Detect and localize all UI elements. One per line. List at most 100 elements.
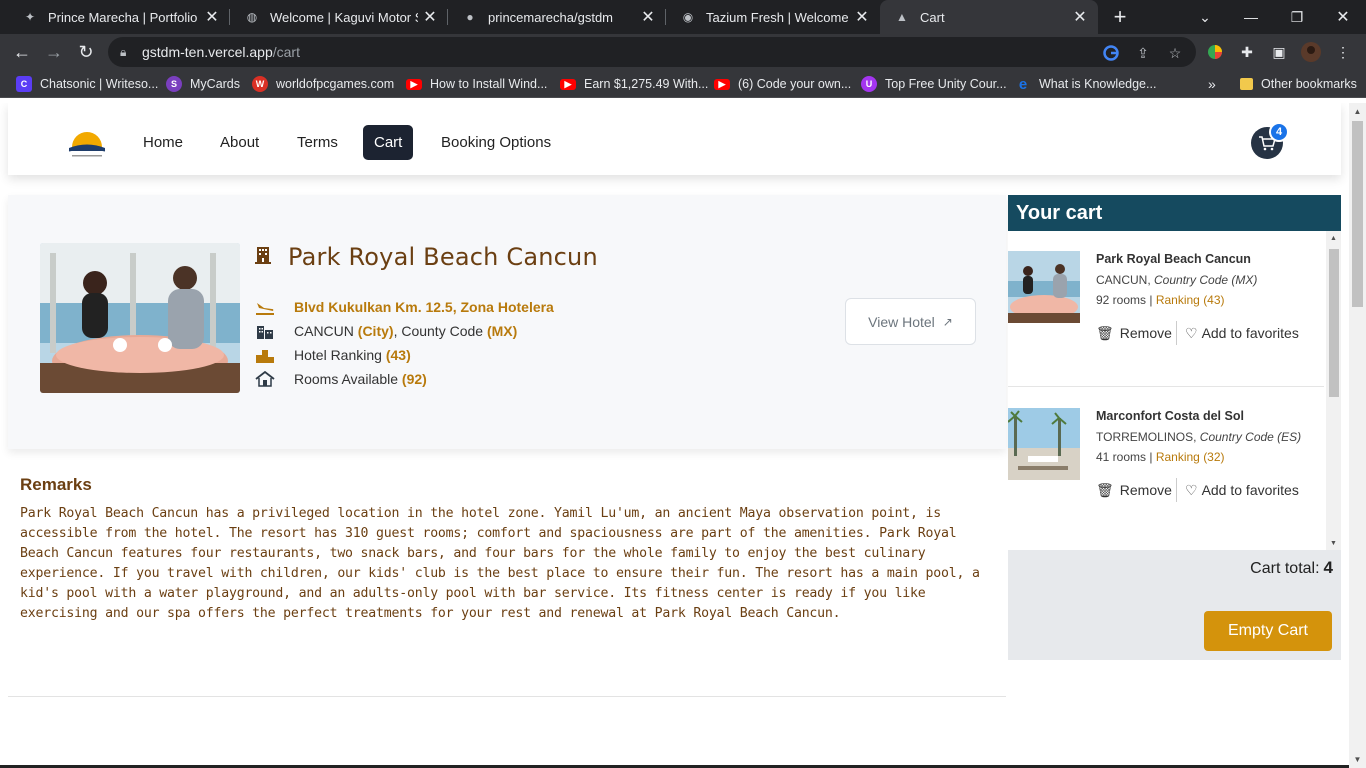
cart-item-image [1008, 251, 1080, 323]
add-to-favorites-button[interactable]: ♡ Add to favorites [1176, 478, 1299, 502]
add-to-favorites-button[interactable]: ♡ Add to favorites [1176, 321, 1299, 345]
cart-title: Your cart [1008, 195, 1341, 231]
cart-item: Marconfort Costa del Sol TORREMOLINOS, C… [1008, 388, 1324, 544]
profile-avatar[interactable] [1301, 42, 1321, 62]
nav-booking-options[interactable]: Booking Options [430, 125, 562, 160]
worldofpcgames-icon: W [252, 76, 268, 92]
house-icon [255, 371, 275, 387]
bookmark-youtube-1[interactable]: ▶ How to Install Wind... [406, 70, 547, 98]
back-icon[interactable]: ← [8, 38, 36, 66]
window-close-icon[interactable]: ✕ [1320, 0, 1366, 34]
remove-button[interactable]: 🗑︎ Remove [1096, 478, 1172, 502]
globe-icon: ◍ [246, 10, 258, 24]
scroll-down-icon[interactable]: ▼ [1349, 751, 1366, 768]
close-icon[interactable]: ✕ [636, 7, 660, 27]
bookmark-worldofpcgames[interactable]: Wworldofpcgames.com [252, 70, 394, 98]
scroll-thumb[interactable] [1329, 249, 1339, 397]
cart-count-badge: 4 [1269, 122, 1289, 142]
tab-title: Tazium Fresh | Welcome [706, 9, 849, 25]
bookmarks-overflow-icon[interactable]: » [1208, 70, 1216, 98]
scroll-thumb[interactable] [1352, 121, 1363, 307]
cart-footer: Cart total: 4 Empty Cart [1008, 550, 1341, 660]
new-tab-button[interactable]: + [1106, 0, 1134, 34]
view-hotel-button[interactable]: View Hotel ↗ [845, 298, 976, 345]
hotel-city-label: (City) [357, 323, 394, 339]
tab-title: Cart [920, 9, 945, 25]
hotel-address-row: Blvd Kukulkan Km. 12.5, Zona Hotelera [255, 299, 554, 315]
cart-item-name: Park Royal Beach Cancun [1096, 252, 1251, 266]
restore-icon[interactable]: ❐ [1274, 0, 1320, 34]
nav-terms[interactable]: Terms [286, 125, 349, 160]
youtube-icon: ▶ [714, 78, 730, 90]
forward-icon[interactable]: → [40, 38, 68, 66]
empty-cart-button[interactable]: Empty Cart [1204, 611, 1332, 651]
bookmark-knowledge[interactable]: e What is Knowledge... [1015, 70, 1157, 98]
page-scrollbar[interactable]: ▲ ▼ [1349, 103, 1366, 768]
cart-item-location: TORREMOLINOS, Country Code (ES) [1096, 430, 1302, 444]
site-logo[interactable] [66, 127, 108, 161]
heart-icon: ♡ [1185, 481, 1198, 498]
reload-icon[interactable]: ↻ [72, 38, 100, 66]
tab-github[interactable]: ● princemarecha/gstdm ✕ [448, 0, 666, 34]
city-icon [255, 323, 275, 339]
hotel-ranking-row: Hotel Ranking (43) [255, 347, 411, 363]
hotel-ranking-label: Hotel Ranking [294, 347, 382, 363]
mycards-icon: S [166, 76, 182, 92]
hotel-city-row: CANCUN (City), County Code (MX) [255, 323, 517, 339]
bookmark-udemy[interactable]: U Top Free Unity Cour... [861, 70, 1007, 98]
extensions-puzzle-icon[interactable]: ✚ [1237, 42, 1257, 62]
sidepanel-icon[interactable]: ▣ [1269, 42, 1289, 62]
cart-item-location: CANCUN, Country Code (MX) [1096, 273, 1258, 287]
close-icon[interactable]: ✕ [200, 7, 224, 27]
share-icon[interactable]: ⇪ [1134, 44, 1152, 62]
close-icon[interactable]: ✕ [418, 7, 442, 27]
tab-portfolio[interactable]: ✦ Prince Marecha | Portfolio ✕ [8, 0, 230, 34]
nav-about[interactable]: About [209, 125, 270, 160]
address-bar[interactable]: 🔒︎ gstdm-ten.vercel.app/cart ⇪ ☆ [108, 37, 1196, 67]
bookmark-mycards[interactable]: S MyCards [166, 70, 240, 98]
remove-button[interactable]: 🗑︎ Remove [1096, 321, 1172, 345]
other-bookmarks[interactable]: Other bookmarks [1240, 70, 1357, 98]
cart-total: Cart total: 4 [1250, 558, 1333, 577]
cart-item: Park Royal Beach Cancun CANCUN, Country … [1008, 231, 1324, 387]
tab-search-icon[interactable]: ⌄ [1182, 0, 1228, 34]
tab-title: princemarecha/gstdm [488, 9, 613, 25]
external-link-icon: ↗ [942, 314, 953, 329]
close-icon[interactable]: ✕ [1068, 7, 1092, 27]
scroll-up-icon[interactable]: ▲ [1326, 231, 1341, 245]
plane-landing-icon [255, 299, 275, 315]
lock-icon: 🔒︎ [120, 44, 127, 59]
tab-kaguvi[interactable]: ◍ Welcome | Kaguvi Motor Spa ✕ [230, 0, 448, 34]
folder-icon [1240, 78, 1253, 90]
tab-tazium[interactable]: ◉ Tazium Fresh | Welcome ✕ [666, 0, 880, 34]
star-icon[interactable]: ☆ [1166, 44, 1184, 62]
cart-item-image [1008, 408, 1080, 480]
cart-item-list[interactable]: Park Royal Beach Cancun CANCUN, Country … [1008, 231, 1341, 550]
bookmark-chatsonic[interactable]: C Chatsonic | Writeso... [16, 70, 158, 98]
extension-color-icon[interactable] [1205, 42, 1225, 62]
bookmark-youtube-2[interactable]: ▶ Earn $1,275.49 With... [560, 70, 708, 98]
tab-cart[interactable]: ▲ Cart ✕ [880, 0, 1098, 34]
remarks-text: Park Royal Beach Cancun has a privileged… [20, 506, 980, 621]
close-icon[interactable]: ✕ [850, 7, 874, 27]
scroll-down-icon[interactable]: ▼ [1326, 536, 1341, 550]
hotel-rooms-label: Rooms Available [294, 371, 399, 387]
scroll-up-icon[interactable]: ▲ [1349, 103, 1366, 120]
hotel-title-row: Park Royal Beach Cancun [254, 243, 598, 271]
page-content: Home About Terms Cart Booking Options 4 [0, 103, 1366, 768]
cart-item-name: Marconfort Costa del Sol [1096, 409, 1244, 423]
minimize-icon[interactable]: — [1228, 0, 1274, 34]
bookmarks-bar: C Chatsonic | Writeso... S MyCards Wworldo… [0, 70, 1366, 98]
building-icon [254, 246, 272, 269]
podium-icon [255, 347, 275, 363]
youtube-icon: ▶ [406, 78, 422, 90]
circle-icon: ◉ [682, 10, 694, 24]
hotel-rooms-row: Rooms Available (92) [255, 371, 427, 387]
cart-list-scrollbar[interactable]: ▲ ▼ [1326, 231, 1341, 550]
menu-kebab-icon[interactable]: ⋮ [1333, 42, 1353, 62]
nav-cart[interactable]: Cart [363, 125, 414, 160]
bookmark-youtube-3[interactable]: ▶ (6) Code your own... [714, 70, 851, 98]
url-text: gstdm-ten.vercel.app/cart [142, 44, 300, 60]
nav-home[interactable]: Home [132, 125, 194, 160]
google-icon[interactable] [1102, 44, 1120, 62]
